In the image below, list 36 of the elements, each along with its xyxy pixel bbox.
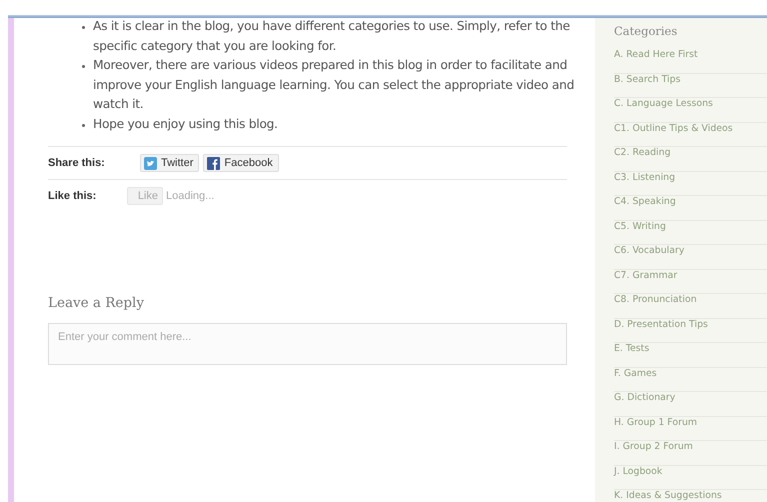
category-link[interactable]: B. Search Tips [614, 74, 767, 98]
share-label: Share this: [48, 157, 106, 169]
category-link[interactable]: C7. Grammar [614, 270, 767, 294]
category-link[interactable]: C8. Pronunciation [614, 294, 767, 318]
like-label: Like this: [48, 190, 98, 202]
category-link[interactable]: A. Read Here First [614, 49, 767, 74]
sidebar-heading: Categories [614, 23, 678, 40]
category-link[interactable]: C2. Reading [614, 147, 767, 172]
bullet-icon [82, 124, 85, 126]
category-link[interactable]: J. Logbook [614, 466, 767, 490]
comment-field[interactable]: Enter your comment here... [48, 323, 567, 365]
category-link[interactable]: G. Dictionary [614, 392, 767, 416]
category-link[interactable]: K. Ideas & Suggestions [614, 490, 767, 502]
bird-icon [144, 156, 157, 170]
bullet-text: As it is clear in the blog, you have different categories to use. Simply, refer to the specific category that you are looking for. [93, 18, 571, 54]
bullet-text: Moreover, there are various videos prepared in this blog in order to facilitate and improve your English language learning. You can select the appropriate video and watch it. [93, 57, 576, 113]
twitter-share-button[interactable]: Twitter [140, 154, 200, 172]
loading-text: Loading... [166, 190, 214, 202]
reply-heading: Leave a Reply [48, 295, 145, 311]
category-link[interactable]: C6. Vocabulary [614, 245, 767, 270]
like-button[interactable]: Like [127, 187, 163, 205]
category-link[interactable]: E. Tests [614, 343, 767, 368]
bullet-text: Hope you enjoy using this blog. [93, 116, 278, 132]
category-link[interactable]: C. Language Lessons [614, 98, 767, 122]
category-link[interactable]: I. Group 2 Forum [614, 441, 767, 466]
category-link[interactable]: D. Presentation Tips [614, 318, 767, 343]
facebook-icon [207, 156, 220, 170]
category-link[interactable]: C3. Listening [614, 172, 767, 196]
facebook-share-button[interactable]: Facebook [203, 154, 279, 172]
category-link[interactable]: C4. Speaking [614, 196, 767, 220]
category-link[interactable]: C5. Writing [614, 220, 767, 245]
category-link[interactable]: F. Games [614, 368, 767, 392]
bullet-icon [82, 26, 85, 29]
category-link[interactable]: C1. Outline Tips & Videos [614, 122, 767, 147]
bullet-icon [82, 65, 85, 68]
category-link[interactable]: H. Group 1 Forum [614, 416, 767, 441]
